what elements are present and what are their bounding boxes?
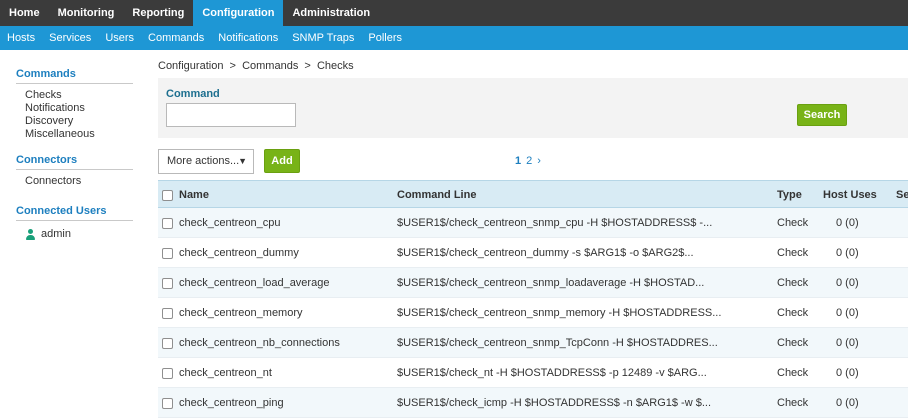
command-filter-input[interactable] [166, 103, 296, 127]
subnav-services[interactable]: Services [42, 26, 98, 50]
row-host-uses: 0 (0) [836, 307, 859, 319]
row-command-line: $USER1$/check_centreon_snmp_cpu -H $HOST… [397, 217, 713, 229]
subnav-hosts[interactable]: Hosts [0, 26, 42, 50]
more-actions-label: More actions... [167, 155, 240, 167]
more-actions-select[interactable]: More actions... ▼ [158, 149, 254, 174]
column-header-command-line[interactable]: Command Line [397, 181, 757, 209]
table-row[interactable]: check_centreon_ping $USER1$/check_icmp -… [158, 388, 908, 418]
sidebar-connectors-section: Connectors Connectors [16, 154, 133, 188]
sidebar-item-discovery[interactable]: Discovery [16, 115, 133, 128]
subnav-snmp-traps[interactable]: SNMP Traps [285, 26, 361, 50]
nav-administration[interactable]: Administration [283, 0, 379, 26]
column-header-host-uses[interactable]: Host Uses [823, 181, 883, 209]
connected-user[interactable]: admin [16, 228, 133, 240]
nav-monitoring[interactable]: Monitoring [49, 0, 124, 26]
row-type: Check [777, 307, 809, 319]
row-checkbox[interactable] [162, 308, 173, 319]
row-checkbox[interactable] [162, 398, 173, 409]
row-name[interactable]: check_centreon_cpu [179, 208, 389, 238]
command-filter-label: Command [166, 88, 220, 100]
row-checkbox[interactable] [162, 338, 173, 349]
connected-user-name: admin [41, 228, 71, 240]
column-header-type[interactable]: Type [777, 181, 817, 209]
sidebar-commands-section: Commands Checks Notifications Discovery … [16, 68, 133, 141]
subnav-pollers[interactable]: Pollers [361, 26, 409, 50]
row-checkbox[interactable] [162, 368, 173, 379]
row-host-uses: 0 (0) [836, 247, 859, 259]
row-checkbox[interactable] [162, 278, 173, 289]
breadcrumb: Configuration > Commands > Checks [158, 60, 354, 72]
row-host-uses: 0 (0) [836, 277, 859, 289]
sidebar-item-connectors[interactable]: Connectors [16, 175, 133, 188]
select-all-checkbox[interactable] [162, 190, 173, 201]
nav-configuration[interactable]: Configuration [193, 0, 284, 26]
page-current[interactable]: 1 [515, 155, 521, 167]
page-link[interactable]: 2 [526, 155, 532, 167]
row-name[interactable]: check_centreon_dummy [179, 238, 389, 268]
row-name[interactable]: check_centreon_nb_connections [179, 328, 389, 358]
row-host-uses: 0 (0) [836, 337, 859, 349]
row-checkbox[interactable] [162, 248, 173, 259]
next-page-icon[interactable]: › [537, 155, 541, 167]
table-row[interactable]: check_centreon_load_average $USER1$/chec… [158, 268, 908, 298]
row-name[interactable]: check_centreon_memory [179, 298, 389, 328]
sidebar-users-title: Connected Users [16, 205, 133, 221]
row-type: Check [777, 247, 809, 259]
table-row[interactable]: check_centreon_nt $USER1$/check_nt -H $H… [158, 358, 908, 388]
row-name[interactable]: check_centreon_nt [179, 358, 389, 388]
row-command-line: $USER1$/check_centreon_dummy -s $ARG1$ -… [397, 247, 694, 259]
commands-table: Name Command Line Type Host Uses Se chec… [158, 180, 908, 418]
sub-nav: Hosts Services Users Commands Notificati… [0, 26, 908, 50]
caret-down-icon: ▼ [238, 156, 247, 166]
sidebar-users-section: Connected Users admin [16, 205, 133, 240]
row-command-line: $USER1$/check_centreon_snmp_TcpConn -H $… [397, 337, 718, 349]
row-command-line: $USER1$/check_nt -H $HOSTADDRESS$ -p 124… [397, 367, 707, 379]
row-host-uses: 0 (0) [836, 397, 859, 409]
search-button[interactable]: Search [797, 104, 847, 126]
sidebar-item-miscellaneous[interactable]: Miscellaneous [16, 128, 133, 141]
column-header-name[interactable]: Name [179, 181, 389, 209]
sidebar-connectors-title: Connectors [16, 154, 133, 170]
sidebar: Commands Checks Notifications Discovery … [0, 50, 143, 413]
row-type: Check [777, 367, 809, 379]
row-name[interactable]: check_centreon_load_average [179, 268, 389, 298]
row-type: Check [777, 277, 809, 289]
table-row[interactable]: check_centreon_cpu $USER1$/check_centreo… [158, 208, 908, 238]
sidebar-item-checks[interactable]: Checks [16, 89, 133, 102]
table-row[interactable]: check_centreon_nb_connections $USER1$/ch… [158, 328, 908, 358]
subnav-notifications[interactable]: Notifications [211, 26, 285, 50]
add-button[interactable]: Add [264, 149, 300, 173]
row-host-uses: 0 (0) [836, 367, 859, 379]
nav-home[interactable]: Home [0, 0, 49, 26]
row-command-line: $USER1$/check_centreon_snmp_loadaverage … [397, 277, 705, 289]
row-command-line: $USER1$/check_icmp -H $HOSTADDRESS$ -n $… [397, 397, 712, 409]
sidebar-commands-title: Commands [16, 68, 133, 84]
subnav-users[interactable]: Users [98, 26, 141, 50]
row-checkbox[interactable] [162, 218, 173, 229]
column-header-se[interactable]: Se [896, 181, 908, 209]
main-nav: Home Monitoring Reporting Configuration … [0, 0, 908, 26]
subnav-commands[interactable]: Commands [141, 26, 211, 50]
row-name[interactable]: check_centreon_ping [179, 388, 389, 418]
sidebar-item-notifications[interactable]: Notifications [16, 102, 133, 115]
table-row[interactable]: check_centreon_memory $USER1$/check_cent… [158, 298, 908, 328]
row-host-uses: 0 (0) [836, 217, 859, 229]
nav-reporting[interactable]: Reporting [123, 0, 193, 26]
row-command-line: $USER1$/check_centreon_snmp_memory -H $H… [397, 307, 722, 319]
row-type: Check [777, 397, 809, 409]
table-row[interactable]: check_centreon_dummy $USER1$/check_centr… [158, 238, 908, 268]
row-type: Check [777, 217, 809, 229]
pagination: 1 2 › [515, 155, 541, 167]
table-header: Name Command Line Type Host Uses Se [158, 180, 908, 208]
row-type: Check [777, 337, 809, 349]
user-icon [26, 228, 35, 240]
filter-panel: Command Search [158, 78, 908, 138]
